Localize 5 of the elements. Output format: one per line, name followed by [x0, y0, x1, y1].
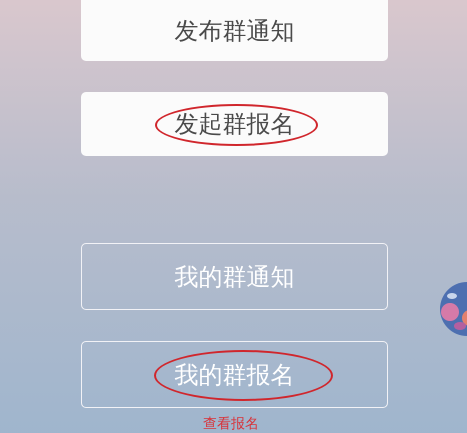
action-button[interactable]: 我的群报名: [81, 341, 388, 408]
action-button[interactable]: 发布群通知: [81, 0, 388, 61]
action-button[interactable]: 发起群报名: [81, 92, 388, 156]
view-signups-link[interactable]: 查看报名: [203, 415, 259, 433]
action-button[interactable]: 我的群通知: [81, 243, 388, 310]
